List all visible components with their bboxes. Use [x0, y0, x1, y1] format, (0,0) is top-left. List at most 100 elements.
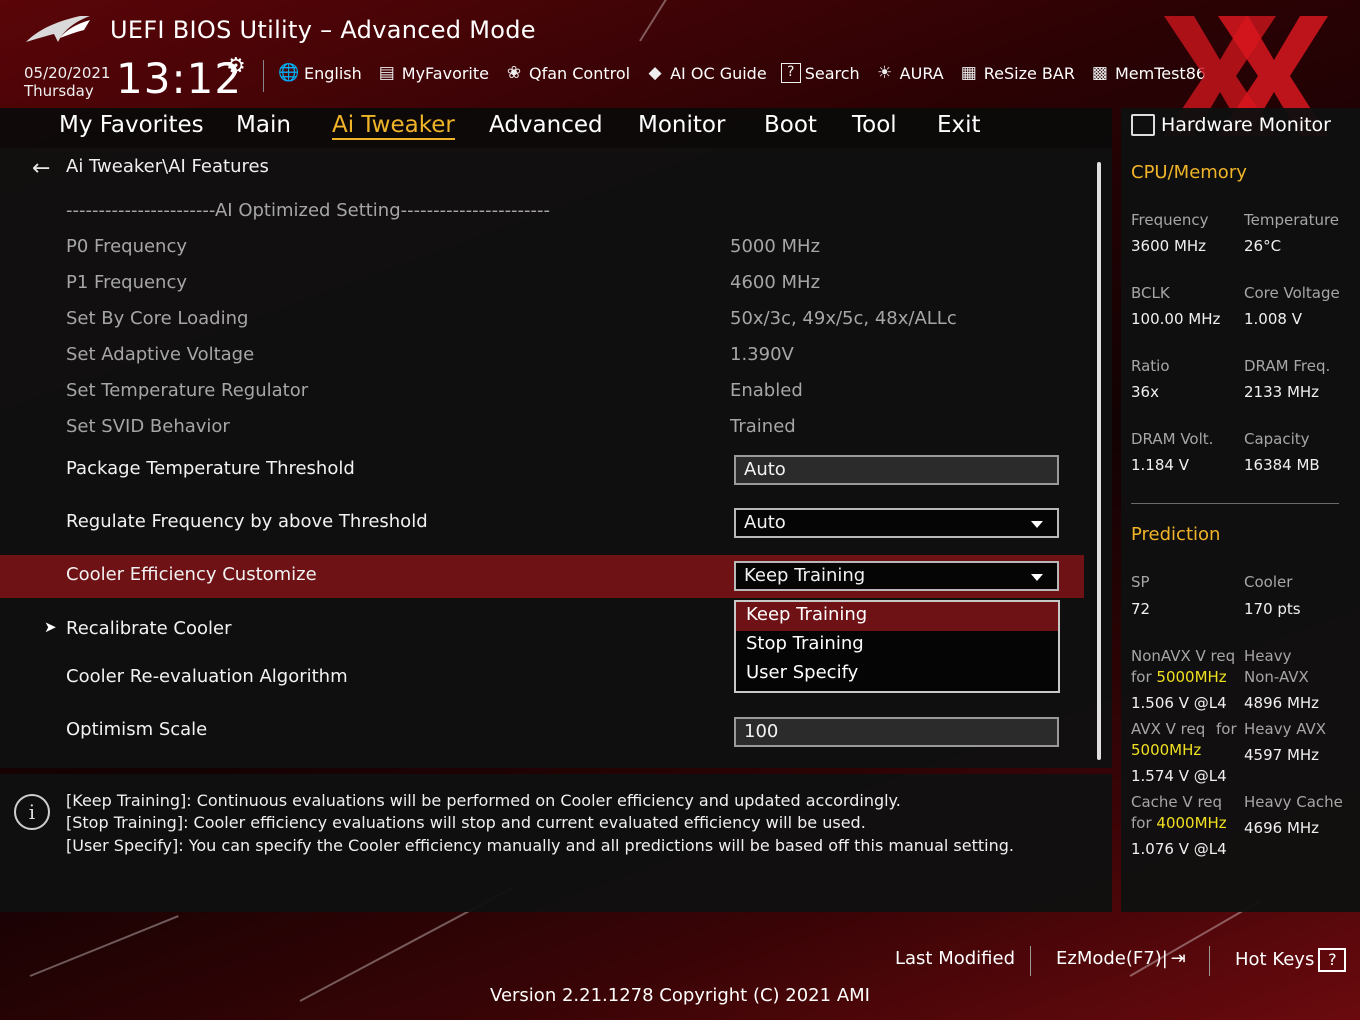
last-modified-button[interactable]: Last Modified: [895, 948, 1015, 969]
for-word: for: [1131, 668, 1152, 686]
dropdown-option-user-specify[interactable]: User Specify: [736, 660, 1058, 689]
language-button[interactable]: 🌐 English: [278, 62, 362, 84]
ezmode-button[interactable]: EzMode(F7)| ⇥: [1056, 948, 1186, 969]
qfan-control-button[interactable]: ❀ Qfan Control: [503, 62, 630, 84]
cache-vreq-label: Cache V req: [1131, 793, 1223, 811]
toolbar: 🌐 English ▤ MyFavorite ❀ Qfan Control ◆ …: [278, 62, 1220, 84]
tab-exit[interactable]: Exit: [937, 112, 981, 138]
for-label: for 4000MHz: [1131, 814, 1227, 832]
version-copyright: Version 2.21.1278 Copyright (C) 2021 AMI: [490, 985, 870, 1006]
heavy-cache-value: 4696 MHz: [1244, 819, 1320, 837]
setting-label-optimism-scale: Optimism Scale: [66, 719, 208, 740]
back-arrow-icon[interactable]: ←: [32, 156, 50, 181]
help-text-line: [Stop Training]: Cooler efficiency evalu…: [66, 813, 866, 832]
cooler-efficiency-select[interactable]: Keep Training: [734, 561, 1059, 591]
tab-tool[interactable]: Tool: [852, 112, 897, 138]
tool-label: AURA: [899, 63, 944, 83]
setting-value-adaptive-voltage: 1.390V: [730, 344, 794, 365]
search-button[interactable]: ? Search: [780, 63, 860, 83]
dram-volt-value: 1.184 V: [1131, 456, 1189, 474]
header-bar: UEFI BIOS Utility – Advanced Mode 05/20/…: [0, 0, 1360, 136]
monitor-icon: [1131, 114, 1155, 136]
settings-panel: ← Ai Tweaker\AI Features ---------------…: [0, 148, 1112, 768]
heavy-label: Heavy: [1244, 647, 1292, 665]
cooler-efficiency-dropdown-list: Keep Training Stop Training User Specify: [734, 600, 1060, 693]
tool-label: English: [304, 63, 362, 83]
date-text: 05/20/2021: [24, 64, 111, 82]
cache-freq: 4000MHz: [1156, 814, 1227, 832]
nonavx-word: Non-AVX: [1244, 668, 1309, 686]
tool-label: MyFavorite: [401, 63, 489, 83]
dropdown-option-keep-training[interactable]: Keep Training: [736, 602, 1058, 631]
dropdown-option-stop-training[interactable]: Stop Training: [736, 631, 1058, 660]
avx-vreq-label: AVX V req: [1131, 720, 1206, 738]
section-header: -----------------------AI Optimized Sett…: [66, 200, 551, 221]
submenu-arrow-icon: ➤: [44, 618, 57, 636]
optimism-scale-input[interactable]: 100: [734, 717, 1059, 747]
info-icon: i: [14, 794, 50, 830]
help-panel: i [Keep Training]: Continuous evaluation…: [0, 774, 1112, 912]
setting-label-package-temp-threshold: Package Temperature Threshold: [66, 458, 355, 479]
scrollbar[interactable]: [1097, 162, 1101, 760]
nonavx-voltage: 1.506 V @L4: [1131, 694, 1227, 712]
for-label: for: [1216, 720, 1237, 738]
exit-arrow-icon: ⇥: [1170, 948, 1186, 969]
globe-icon: 🌐: [278, 63, 300, 83]
recalibrate-cooler-link[interactable]: Recalibrate Cooler: [66, 618, 231, 639]
setting-label-temp-regulator: Set Temperature Regulator: [66, 380, 309, 401]
cpu-memory-section-title: CPU/Memory: [1131, 162, 1247, 183]
header-divider: [263, 60, 264, 92]
footer-divider: [1209, 946, 1210, 976]
avx-freq: 5000MHz: [1131, 741, 1202, 759]
tool-label: AI OC Guide: [670, 63, 767, 83]
regulate-frequency-select[interactable]: Auto: [734, 508, 1059, 538]
setting-value-temp-regulator: Enabled: [730, 380, 803, 401]
setting-label-core-loading: Set By Core Loading: [66, 308, 249, 329]
resize-bar-button[interactable]: ▦ ReSize BAR: [958, 62, 1075, 84]
setting-label-cooler-efficiency: Cooler Efficiency Customize: [66, 564, 317, 585]
memtest-icon: ▩: [1091, 63, 1108, 83]
temperature-value: 26°C: [1244, 237, 1282, 255]
for-label: for 5000MHz: [1131, 668, 1227, 686]
setting-label-p1-frequency: P1 Frequency: [66, 272, 188, 293]
setting-value-p0-frequency: 5000 MHz: [730, 236, 821, 257]
help-text-line: [User Specify]: You can specify the Cool…: [66, 836, 1014, 855]
tab-advanced[interactable]: Advanced: [489, 112, 603, 138]
aura-button[interactable]: ☀ AURA: [874, 62, 944, 84]
tab-ai-tweaker[interactable]: Ai Tweaker: [332, 112, 455, 140]
package-temp-threshold-input[interactable]: Auto: [734, 455, 1059, 485]
tab-my-favorites[interactable]: My Favorites: [59, 112, 204, 138]
nonavx-vreq-label: NonAVX V req: [1131, 647, 1236, 665]
ai-chip-icon: ◆: [648, 63, 662, 83]
setting-label-regulate-frequency: Regulate Frequency by above Threshold: [66, 511, 428, 532]
ai-oc-guide-button[interactable]: ◆ AI OC Guide: [644, 62, 767, 84]
clock-settings-gear-icon[interactable]: ⚙: [226, 54, 246, 79]
avx-voltage: 1.574 V @L4: [1131, 767, 1227, 785]
dram-freq-value: 2133 MHz: [1244, 383, 1320, 401]
dram-volt-label: DRAM Volt.: [1131, 430, 1214, 448]
setting-value-core-loading: 50x/3c, 49x/5c, 48x/ALLc: [730, 308, 957, 329]
field-value: Auto: [744, 459, 786, 480]
heavy-avx-label: Heavy AVX: [1244, 720, 1327, 738]
tool-label: Qfan Control: [529, 63, 631, 83]
capacity-value: 16384 MB: [1244, 456, 1320, 474]
cache-voltage: 1.076 V @L4: [1131, 840, 1227, 858]
tab-boot[interactable]: Boot: [764, 112, 817, 138]
bclk-label: BCLK: [1131, 284, 1170, 302]
tab-main[interactable]: Main: [236, 112, 291, 138]
footer-divider: [1030, 946, 1031, 976]
field-value: Auto: [744, 512, 786, 533]
main-tab-bar: My Favorites Main Ai Tweaker Advanced Mo…: [0, 108, 1112, 148]
hot-keys-label: Hot Keys: [1235, 949, 1315, 970]
ratio-value: 36x: [1131, 383, 1159, 401]
chevron-down-icon: [1031, 574, 1043, 581]
field-value: Keep Training: [744, 565, 866, 586]
setting-label-adaptive-voltage: Set Adaptive Voltage: [66, 344, 255, 365]
heavy-nonavx-value: 4896 MHz: [1244, 694, 1320, 712]
myfavorite-button[interactable]: ▤ MyFavorite: [376, 62, 489, 84]
core-voltage-label: Core Voltage: [1244, 284, 1340, 302]
tab-monitor[interactable]: Monitor: [638, 112, 725, 138]
ezmode-label: EzMode(F7)|: [1056, 948, 1168, 969]
hot-keys-button[interactable]: Hot Keys?: [1235, 948, 1347, 972]
favorite-icon: ▤: [378, 63, 395, 83]
